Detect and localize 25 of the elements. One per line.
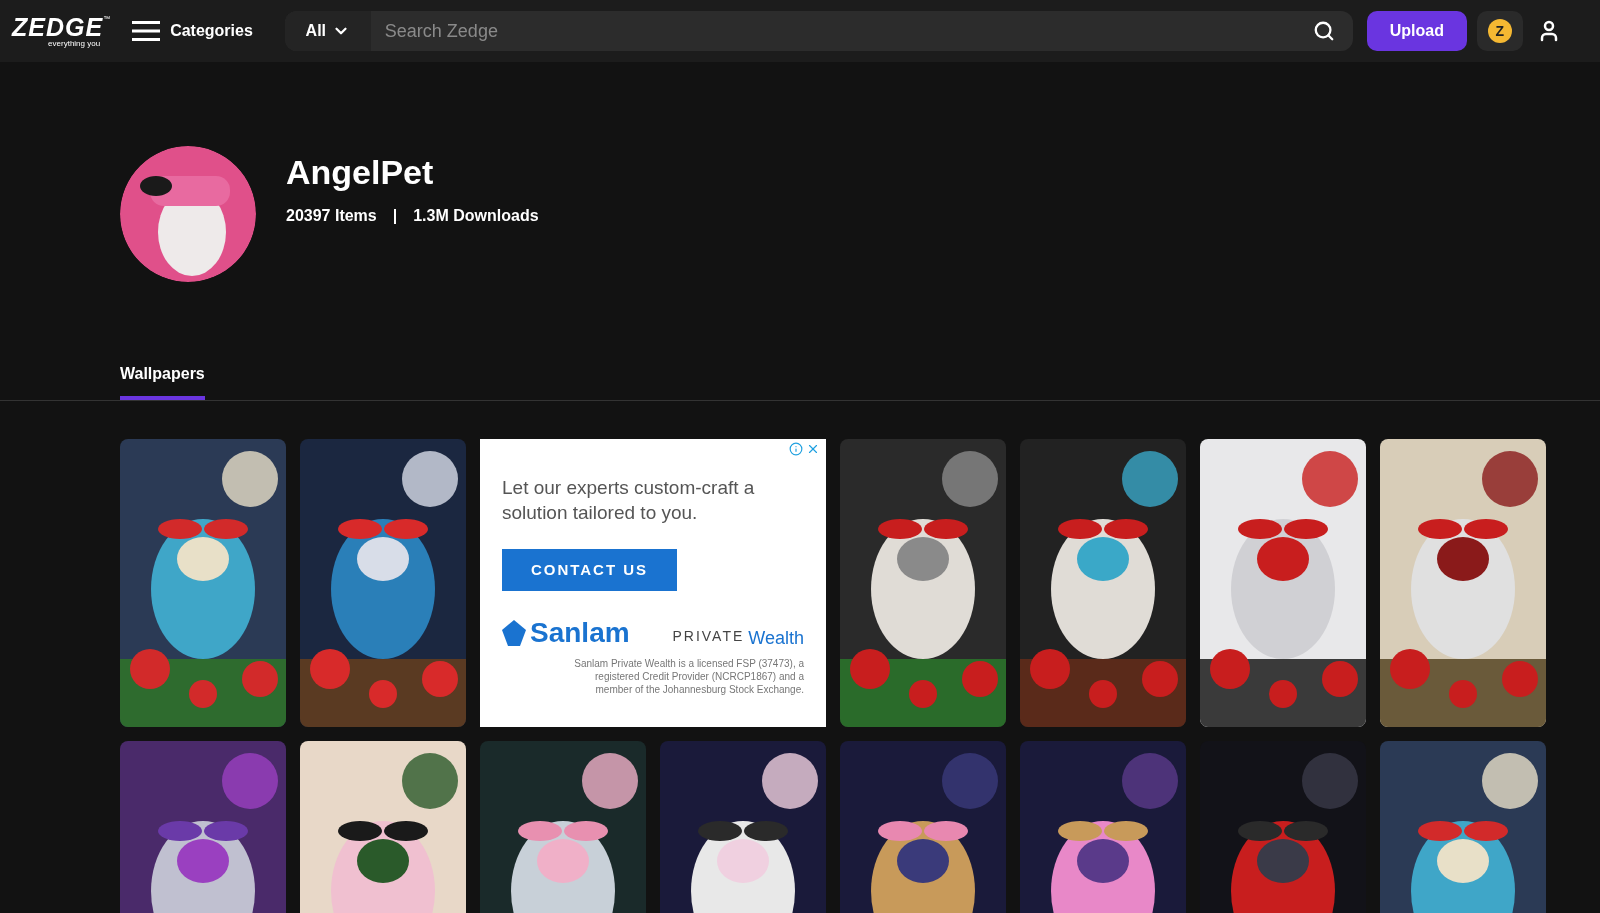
scope-dropdown[interactable]: All <box>284 11 371 51</box>
ad-headline: Let our experts custom-craft a solution tailored to you. <box>502 476 756 525</box>
ad-disclaimer: Sanlam Private Wealth is a licensed FSP (37473), a registered Credit Provider (NCRCP1867) and a member of the Johannesburg Stock Exchange. <box>573 657 804 696</box>
coin-icon: Z <box>1487 19 1512 43</box>
brand-wealth: Wealth <box>748 629 804 647</box>
tab[interactable]: Wallpapers <box>120 362 205 400</box>
upload-button[interactable]: Upload <box>1366 11 1467 51</box>
items-count: 20397 Items <box>286 206 377 226</box>
brand-name: Sanlam <box>530 619 630 647</box>
stats-separator: | <box>392 206 398 226</box>
downloads-count: 1.3M Downloads <box>413 206 539 226</box>
logo-tagline: everything you <box>48 38 101 48</box>
contact-us-button[interactable]: CONTACT US <box>502 549 677 591</box>
brand-private: PRIVATE <box>672 627 745 646</box>
close-icon[interactable] <box>806 442 820 456</box>
menu-icon <box>132 21 161 41</box>
advertisement[interactable] <box>480 439 826 727</box>
search-icon[interactable] <box>1312 20 1335 42</box>
coin-button[interactable]: Z <box>1476 11 1523 51</box>
logo-wordmark: ZEDGE <box>12 14 104 39</box>
profile-name: AngelPet <box>286 152 435 192</box>
info-icon[interactable] <box>789 442 803 456</box>
brand-logo-icon <box>502 620 526 646</box>
categories-button[interactable]: Categories <box>132 19 253 43</box>
search-field[interactable]: All Search Zedge <box>284 11 1353 51</box>
